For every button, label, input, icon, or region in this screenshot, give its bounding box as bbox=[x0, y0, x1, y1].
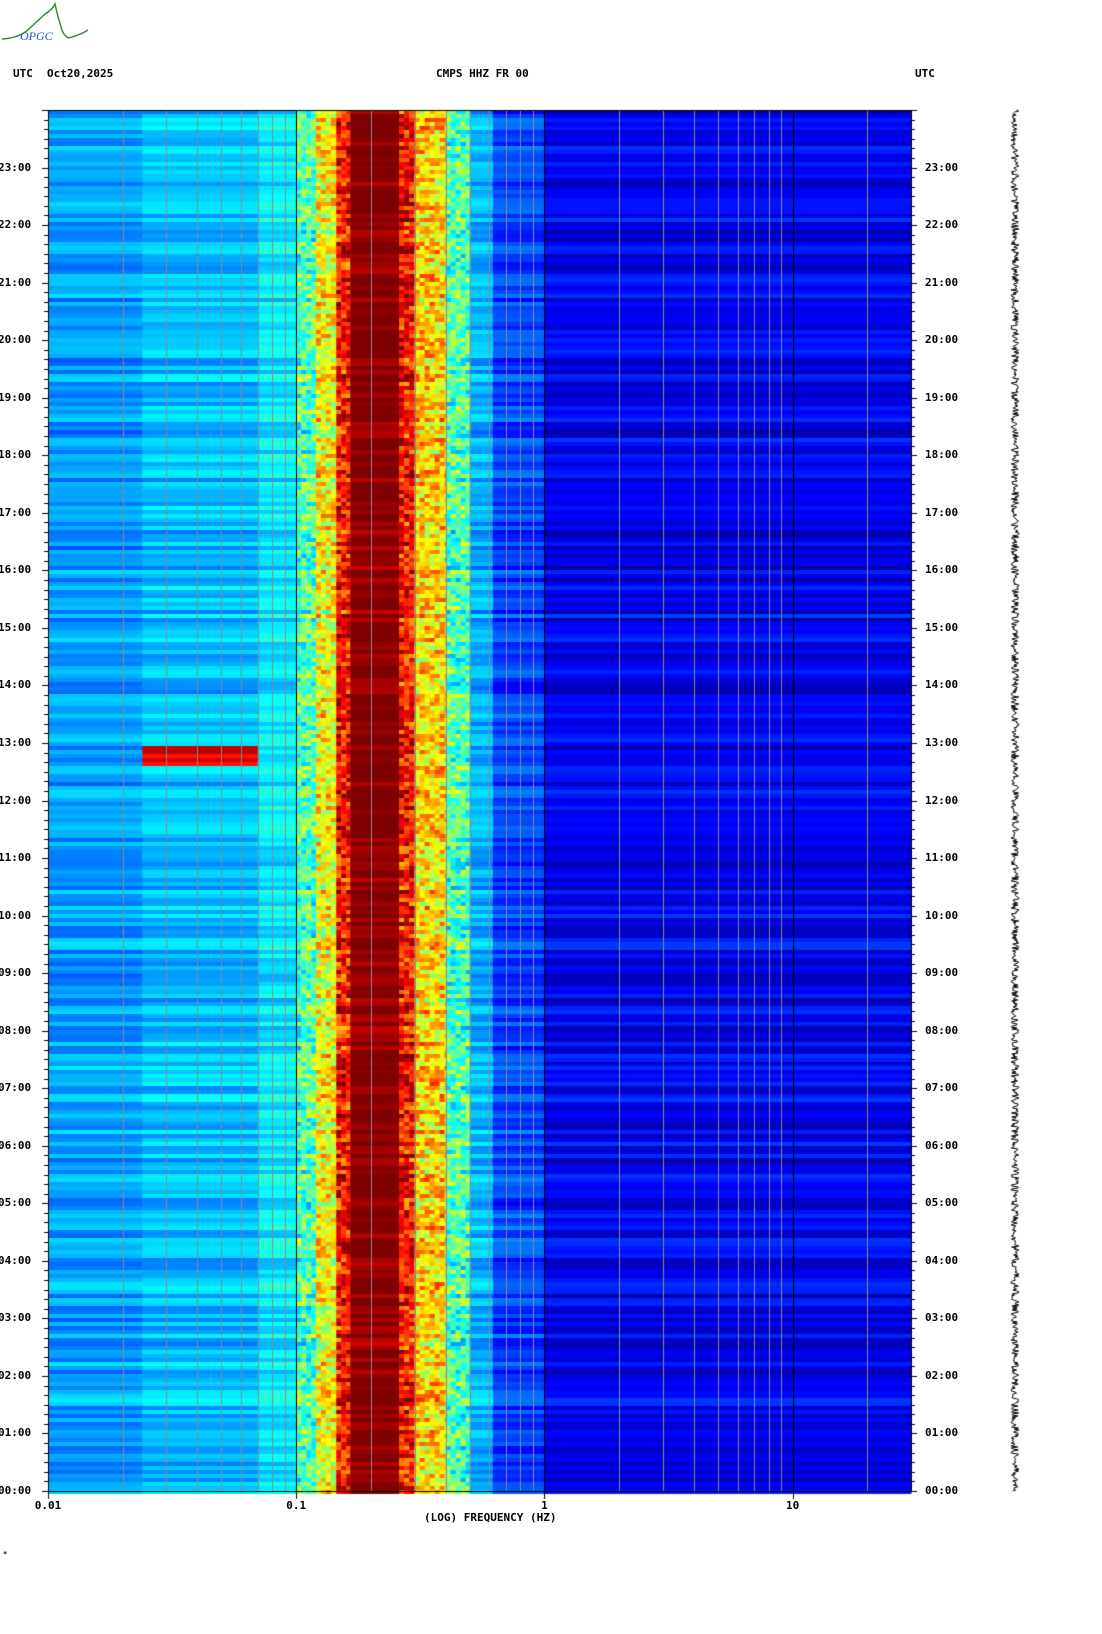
y-tick-label-right: 23:00 bbox=[925, 160, 959, 174]
y-tick-label-right: 01:00 bbox=[925, 1426, 959, 1440]
y-tick-label-left: 03:00 bbox=[0, 1311, 32, 1325]
y-tick-label-right: 00:00 bbox=[925, 1484, 959, 1497]
y-tick-label-left: 15:00 bbox=[0, 620, 32, 634]
y-tick-label-right: 19:00 bbox=[925, 390, 959, 404]
y-tick-label-left: 10:00 bbox=[0, 908, 32, 922]
y-tick-label-left: 16:00 bbox=[0, 563, 32, 577]
y-tick-label-right: 10:00 bbox=[925, 908, 959, 922]
y-tick-label-right: 20:00 bbox=[925, 333, 959, 347]
y-tick-label-left: 05:00 bbox=[0, 1196, 32, 1210]
y-tick-label-right: 12:00 bbox=[925, 793, 959, 807]
y-tick-label-left: 14:00 bbox=[0, 678, 32, 692]
opgc-logo: OPGC bbox=[1, 1, 89, 43]
y-tick-label-right: 03:00 bbox=[925, 1311, 959, 1325]
x-tick-label: 0.01 bbox=[34, 1499, 62, 1512]
y-tick-label-right: 08:00 bbox=[925, 1023, 959, 1037]
y-tick-label-left: 22:00 bbox=[0, 218, 32, 232]
y-tick-label-right: 09:00 bbox=[925, 966, 959, 980]
right-timezone-label: UTC bbox=[915, 67, 935, 80]
y-tick-label-right: 15:00 bbox=[925, 620, 959, 634]
left-timezone-label: UTC bbox=[13, 67, 33, 80]
y-tick-label-right: 04:00 bbox=[925, 1253, 959, 1267]
y-tick-label-left: 19:00 bbox=[0, 390, 32, 404]
y-tick-label-right: 17:00 bbox=[925, 505, 959, 519]
x-tick-label: 0.1 bbox=[286, 1499, 307, 1512]
y-tick-label-left: 09:00 bbox=[0, 966, 32, 980]
y-tick-label-right: 02:00 bbox=[925, 1368, 959, 1382]
y-tick-label-left: 18:00 bbox=[0, 448, 32, 462]
footer-mark: * bbox=[3, 1550, 8, 1558]
y-tick-label-left: 12:00 bbox=[0, 793, 32, 807]
y-tick-label-right: 14:00 bbox=[925, 678, 959, 692]
station-title: CMPS HHZ FR 00 bbox=[436, 67, 529, 80]
y-tick-label-left: 23:00 bbox=[0, 160, 32, 174]
y-tick-label-right: 22:00 bbox=[925, 218, 959, 232]
y-tick-label-right: 11:00 bbox=[925, 851, 959, 865]
y-tick-label-right: 06:00 bbox=[925, 1138, 959, 1152]
y-tick-label-left: 20:00 bbox=[0, 333, 32, 347]
x-tick-label: 10 bbox=[785, 1499, 800, 1512]
y-tick-label-right: 05:00 bbox=[925, 1196, 959, 1210]
y-tick-label-left: 13:00 bbox=[0, 735, 32, 749]
y-tick-label-left: 11:00 bbox=[0, 851, 32, 865]
y-tick-label-right: 07:00 bbox=[925, 1081, 959, 1095]
y-tick-label-right: 21:00 bbox=[925, 275, 959, 289]
y-tick-label-right: 16:00 bbox=[925, 563, 959, 577]
date-label: Oct20,2025 bbox=[47, 67, 114, 80]
y-tick-label-left: 06:00 bbox=[0, 1138, 32, 1152]
x-axis-label: (LOG) FREQUENCY (HZ) bbox=[424, 1511, 557, 1524]
y-tick-label-left: 08:00 bbox=[0, 1023, 32, 1037]
y-tick-label-left: 21:00 bbox=[0, 275, 32, 289]
y-tick-label-left: 04:00 bbox=[0, 1253, 32, 1267]
y-tick-label-right: 13:00 bbox=[925, 735, 959, 749]
y-tick-label-left: 01:00 bbox=[0, 1426, 32, 1440]
y-tick-label-left: 17:00 bbox=[0, 505, 32, 519]
spectrogram-heatmap bbox=[0, 0, 1102, 1634]
y-tick-label-left: 00:00 bbox=[0, 1484, 32, 1497]
y-tick-label-left: 07:00 bbox=[0, 1081, 32, 1095]
y-tick-label-left: 02:00 bbox=[0, 1368, 32, 1382]
svg-text:OPGC: OPGC bbox=[20, 29, 54, 43]
y-tick-label-right: 18:00 bbox=[925, 448, 959, 462]
